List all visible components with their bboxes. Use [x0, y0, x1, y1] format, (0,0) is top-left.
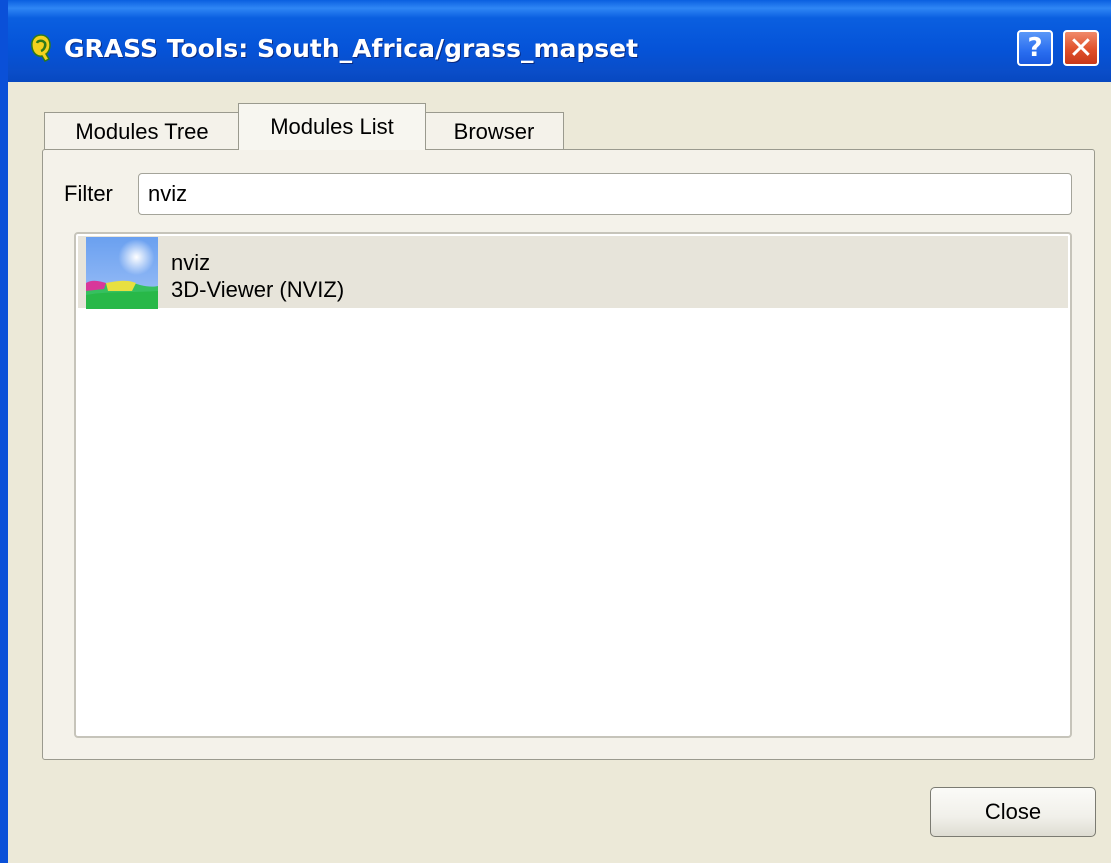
grass-tools-window: GRASS Tools: South_Africa/grass_mapset ?…: [0, 0, 1111, 863]
window-close-button[interactable]: ✕: [1063, 30, 1099, 66]
help-icon: ?: [1027, 33, 1043, 63]
tab-modules-list-label: Modules List: [270, 114, 394, 139]
filter-input[interactable]: [138, 173, 1072, 215]
nviz-3d-viewer-icon: [86, 237, 158, 309]
close-icon: ✕: [1068, 30, 1094, 66]
title-bar[interactable]: GRASS Tools: South_Africa/grass_mapset ?…: [8, 0, 1111, 82]
tab-modules-tree[interactable]: Modules Tree: [44, 112, 240, 150]
tab-browser[interactable]: Browser: [424, 112, 564, 150]
close-button[interactable]: Close: [930, 787, 1096, 837]
close-button-label: Close: [984, 799, 1042, 824]
qgis-app-icon: [31, 34, 51, 62]
tab-modules-list[interactable]: Modules List: [238, 103, 426, 150]
tab-browser-label: Browser: [453, 118, 535, 144]
tab-modules-tree-label: Modules Tree: [75, 118, 209, 144]
help-button[interactable]: ?: [1017, 30, 1053, 66]
filter-label: Filter: [64, 181, 113, 206]
window-title: GRASS Tools: South_Africa/grass_mapset: [64, 34, 639, 63]
module-name: nviz: [171, 250, 211, 275]
module-description: 3D-Viewer (NVIZ): [171, 277, 345, 302]
module-list[interactable]: nviz 3D-Viewer (NVIZ): [74, 232, 1072, 738]
list-item[interactable]: nviz 3D-Viewer (NVIZ): [78, 236, 1068, 309]
